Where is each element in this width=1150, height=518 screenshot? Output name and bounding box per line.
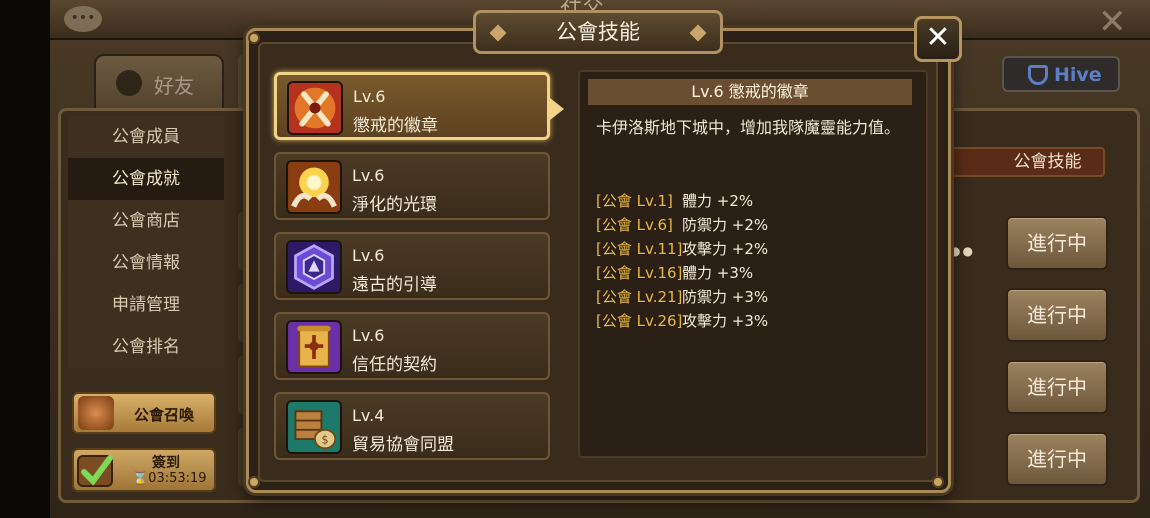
bonus-effect: 攻擊力 +3% xyxy=(682,312,769,330)
ornament-diamond-icon xyxy=(689,24,707,42)
skill-name: 懲戒的徽章 xyxy=(353,116,438,136)
skill-item-ancient-guidance[interactable]: Lv.6 遠古的引導 xyxy=(274,232,550,300)
close-button[interactable]: ✕ xyxy=(914,16,962,62)
sidebar-item-achievements[interactable]: 公會成就 xyxy=(68,158,224,200)
bonus-guild-level: [公會 Lv.11] xyxy=(596,240,683,258)
tab-friends[interactable]: 好友 xyxy=(94,54,224,110)
guild-side-menu: 公會成員 公會成就 公會商店 公會情報 申請管理 公會排名 xyxy=(68,116,224,368)
skill-detail-description: 卡伊洛斯地下城中，增加我隊魔靈能力值。 xyxy=(596,118,901,137)
bonus-guild-level: [公會 Lv.16] xyxy=(596,264,683,282)
svg-text:$: $ xyxy=(322,434,329,447)
bonus-list: [公會 Lv.1] 體力 +2% [公會 Lv.6] 防禦力 +2% [公會 Lv.… xyxy=(596,190,768,334)
hive-label: Hive xyxy=(1054,64,1102,86)
skill-name: 貿易協會同盟 xyxy=(352,435,454,455)
summon-scroll-icon xyxy=(78,396,114,430)
skill-name: 淨化的光環 xyxy=(352,195,437,215)
bonus-guild-level: [公會 Lv.6] xyxy=(596,216,673,234)
bonus-effect: 體力 +2% xyxy=(682,192,754,210)
list-item: [公會 Lv.21]防禦力 +3% xyxy=(596,286,768,310)
frame-rivet xyxy=(248,476,260,488)
chat-icon[interactable]: ••• xyxy=(64,6,102,32)
bonus-guild-level: [公會 Lv.1] xyxy=(596,192,673,210)
skill-item-punishment-badge[interactable]: Lv.6 懲戒的徽章 xyxy=(274,72,550,140)
bonus-effect: 防禦力 +3% xyxy=(682,288,769,306)
skill-level: Lv.4 xyxy=(352,406,385,425)
bonus-effect: 攻擊力 +2% xyxy=(682,240,769,258)
checkin-label: 簽到 xyxy=(152,455,180,471)
list-item: [公會 Lv.6] 防禦力 +2% xyxy=(596,214,768,238)
list-item: [公會 Lv.16]體力 +3% xyxy=(596,262,768,286)
friend-head-icon xyxy=(116,70,142,96)
ornament-diamond-icon xyxy=(489,24,507,42)
sidebar-item-members[interactable]: 公會成員 xyxy=(68,116,224,158)
sidebar-item-info[interactable]: 公會情報 xyxy=(68,242,224,284)
checkin-button[interactable]: 簽到 ⌛03:53:19 xyxy=(72,448,216,492)
skill-level: Lv.6 xyxy=(352,166,385,185)
modal-title-plate: 公會技能 xyxy=(473,10,723,54)
modal-title: 公會技能 xyxy=(556,20,640,44)
guild-summon-button[interactable]: 公會召喚 xyxy=(72,392,216,434)
bonus-effect: 體力 +3% xyxy=(682,264,754,282)
list-item: [公會 Lv.1] 體力 +2% xyxy=(596,190,768,214)
skill-level: Lv.6 xyxy=(352,326,385,345)
bonus-effect: 防禦力 +2% xyxy=(682,216,769,234)
skill-name: 遠古的引導 xyxy=(352,275,437,295)
skill-item-purifying-aura[interactable]: Lv.6 淨化的光環 xyxy=(274,152,550,220)
contract-scroll-icon xyxy=(286,320,342,374)
in-progress-button[interactable]: 進行中 xyxy=(1006,216,1108,270)
list-item: [公會 Lv.26]攻擊力 +3% xyxy=(596,310,768,334)
bonus-guild-level: [公會 Lv.21] xyxy=(596,288,683,306)
more-icon: ●● xyxy=(950,244,975,258)
checkmark-icon xyxy=(77,455,113,487)
selection-arrow-icon xyxy=(550,98,564,120)
guild-skill-tab[interactable]: 公會技能 xyxy=(950,147,1105,177)
rune-hexagon-icon xyxy=(286,240,342,294)
close-icon: ✕ xyxy=(925,20,951,55)
sidebar-item-ranking[interactable]: 公會排名 xyxy=(68,326,224,368)
frame-rivet xyxy=(248,32,260,44)
frame-rivet xyxy=(932,476,944,488)
list-item: [公會 Lv.11]攻擊力 +2% xyxy=(596,238,768,262)
skill-level: Lv.6 xyxy=(353,87,386,106)
skill-item-trust-contract[interactable]: Lv.6 信任的契約 xyxy=(274,312,550,380)
trade-crate-icon: $ xyxy=(286,400,342,454)
skill-detail-header: Lv.6 懲戒的徽章 xyxy=(588,79,912,105)
tab-friends-label: 好友 xyxy=(154,74,194,98)
crossed-axes-icon xyxy=(287,81,343,135)
radiant-hands-icon xyxy=(286,160,342,214)
skill-level: Lv.6 xyxy=(352,246,385,265)
in-progress-button[interactable]: 進行中 xyxy=(1006,288,1108,342)
hive-button[interactable]: Hive xyxy=(1002,56,1120,92)
in-progress-button[interactable]: 進行中 xyxy=(1006,360,1108,414)
skill-item-trade-alliance[interactable]: $ Lv.4 貿易協會同盟 xyxy=(274,392,550,460)
hive-shield-icon xyxy=(1028,65,1048,85)
guild-summon-label: 公會召喚 xyxy=(134,406,195,424)
checkin-timer: ⌛03:53:19 xyxy=(132,471,207,486)
sidebar-item-shop[interactable]: 公會商店 xyxy=(68,200,224,242)
in-progress-button[interactable]: 進行中 xyxy=(1006,432,1108,486)
bonus-guild-level: [公會 Lv.26] xyxy=(596,312,683,330)
skill-name: 信任的契約 xyxy=(352,355,437,375)
sidebar-item-applications[interactable]: 申請管理 xyxy=(68,284,224,326)
screen-close-icon[interactable]: ✕ xyxy=(1098,2,1127,42)
